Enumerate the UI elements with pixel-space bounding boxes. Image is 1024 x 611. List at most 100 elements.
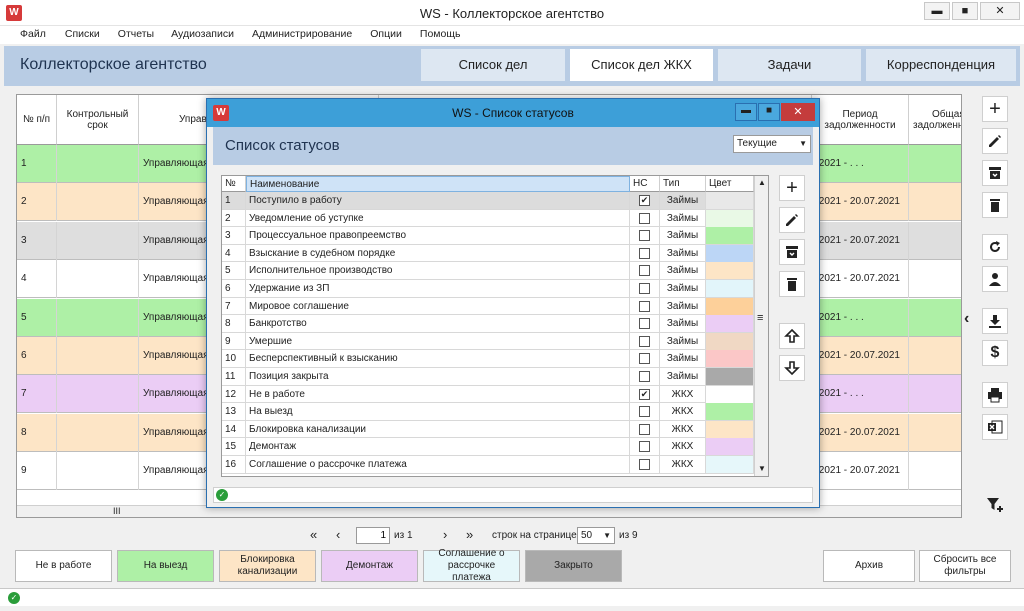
row-period: .2021 - 20.07.2021 [812,452,909,491]
status-row[interactable]: 14 Блокировка канализации ЖКХ [222,420,754,439]
download-icon [989,315,1001,328]
menu-options[interactable]: Опции [370,26,402,42]
tab-tasks[interactable]: Задачи [718,49,861,81]
filter-dismantle-button[interactable]: Демонтаж [321,550,418,582]
add-button[interactable]: + [982,96,1008,122]
nc-checkbox[interactable] [639,423,650,435]
next-page-button[interactable]: › [443,527,447,545]
status-row[interactable]: 11 Позиция закрыта Займы [222,368,754,386]
status-type: Займы [660,244,706,262]
col-header-name[interactable]: Наименование [246,176,630,192]
row-number: 5 [17,298,57,337]
status-row[interactable]: 1 Поступило в работу ✔ Займы [222,192,754,210]
nc-checkbox[interactable]: ✔ [639,388,650,400]
delete-status-button[interactable] [779,271,805,297]
status-filter-select[interactable]: Текущие ▼ [733,135,811,153]
status-row[interactable]: 7 Мировое соглашение Займы [222,297,754,316]
payment-button[interactable]: $ [982,340,1008,366]
chevron-up-icon[interactable]: ▲ [758,178,766,187]
dialog-minimize-button[interactable]: ▬ [735,103,757,121]
reset-filters-button[interactable]: Сбросить все фильтры [919,550,1011,582]
nc-checkbox[interactable]: ✔ [639,195,650,206]
move-down-button[interactable] [779,355,805,381]
dialog-maximize-button[interactable]: ■ [758,103,780,121]
archive-status-button[interactable] [779,239,805,265]
status-row[interactable]: 2 Уведомление об уступке Займы [222,209,754,228]
status-row[interactable]: 9 Умершие Займы [222,332,754,351]
dialog-close-button[interactable]: ✕ [781,103,815,121]
archive-filter-button[interactable]: Архив [823,550,915,582]
add-filter-button[interactable] [982,492,1008,518]
filter-on-site-button[interactable]: На выезд [117,550,214,582]
menu-audio[interactable]: Аудиозаписи [171,26,234,42]
status-row[interactable]: 13 На выезд ЖКХ [222,403,754,421]
menu-file[interactable]: Файл [20,26,46,42]
status-row[interactable]: 16 Соглашение о рассрочке платежа ЖКХ [222,456,754,474]
col-header-number[interactable]: № [222,176,246,192]
row-total-debt [909,222,961,260]
maximize-button[interactable]: ■ [952,2,978,20]
status-row[interactable]: 6 Удержание из ЗП Займы [222,280,754,298]
print-button[interactable] [982,382,1008,408]
status-row[interactable]: 8 Банкротство Займы [222,315,754,333]
page-number-input[interactable] [356,527,390,544]
add-status-button[interactable]: + [779,175,805,201]
export-excel-button[interactable] [982,414,1008,440]
status-row[interactable]: 10 Бесперспективный к взысканию Займы [222,350,754,368]
nc-checkbox[interactable] [639,459,650,470]
nc-checkbox[interactable] [639,283,650,294]
col-header-number[interactable]: № п/п [17,95,57,145]
menu-admin[interactable]: Администрирование [252,26,352,42]
edit-button[interactable] [982,128,1008,154]
nc-checkbox[interactable] [639,353,650,365]
first-page-button[interactable]: « [310,527,317,545]
close-button[interactable]: ✕ [980,2,1020,20]
status-row[interactable]: 3 Процессуальное правопреемство Займы [222,227,754,245]
nc-checkbox[interactable] [639,441,650,453]
chevron-down-icon[interactable]: ▼ [758,464,766,473]
collapse-panel-icon[interactable]: ‹ [964,310,969,328]
nc-checkbox[interactable] [639,335,650,347]
tab-correspondence[interactable]: Корреспонденция [866,49,1016,81]
col-header-period[interactable]: Период задолженности [812,95,909,145]
minimize-button[interactable]: ▬ [924,2,950,20]
filter-not-in-work-button[interactable]: Не в работе [15,550,112,582]
col-header-nc[interactable]: НС [630,176,660,192]
filter-closed-button[interactable]: Закрыто [525,550,622,582]
user-button[interactable] [982,266,1008,292]
menu-help[interactable]: Помощь [420,26,461,42]
col-header-total-debt[interactable]: Общая задолженность [909,95,961,145]
prev-page-button[interactable]: ‹ [336,527,340,545]
vertical-scrollbar[interactable]: ▲ ≡ ▼ [754,176,768,476]
menu-lists[interactable]: Списки [65,26,100,42]
move-up-button[interactable] [779,323,805,349]
tab-case-list[interactable]: Список дел [421,49,565,81]
status-row[interactable]: 12 Не в работе ✔ ЖКХ [222,385,754,404]
col-header-color[interactable]: Цвет [706,176,754,192]
chevron-down-icon: ▼ [799,139,807,148]
status-row[interactable]: 15 Демонтаж ЖКХ [222,438,754,456]
nc-checkbox[interactable] [639,300,650,312]
nc-checkbox[interactable] [639,371,650,382]
status-row[interactable]: 4 Взыскание в судебном порядке Займы [222,244,754,263]
status-row[interactable]: 5 Исполнительное производство Займы [222,262,754,280]
nc-checkbox[interactable] [639,265,650,277]
nc-checkbox[interactable] [639,247,650,259]
nc-checkbox[interactable] [639,212,650,224]
delete-button[interactable] [982,192,1008,218]
tab-case-list-housing[interactable]: Список дел ЖКХ [570,49,713,81]
archive-button[interactable] [982,160,1008,186]
col-header-deadline[interactable]: Контрольный срок [57,95,139,145]
download-button[interactable] [982,308,1008,334]
last-page-button[interactable]: » [466,527,473,545]
nc-checkbox[interactable] [639,406,650,418]
col-header-type[interactable]: Тип [660,176,706,192]
filter-sewer-block-button[interactable]: Блокировка канализации [219,550,316,582]
rows-per-page-select[interactable]: 50 ▼ [577,527,615,544]
menu-reports[interactable]: Отчеты [118,26,154,42]
edit-status-button[interactable] [779,207,805,233]
refresh-button[interactable] [982,234,1008,260]
nc-checkbox[interactable] [639,318,650,330]
nc-checkbox[interactable] [639,230,650,242]
filter-installment-button[interactable]: Соглашение о рассрочке платежа [423,548,520,583]
